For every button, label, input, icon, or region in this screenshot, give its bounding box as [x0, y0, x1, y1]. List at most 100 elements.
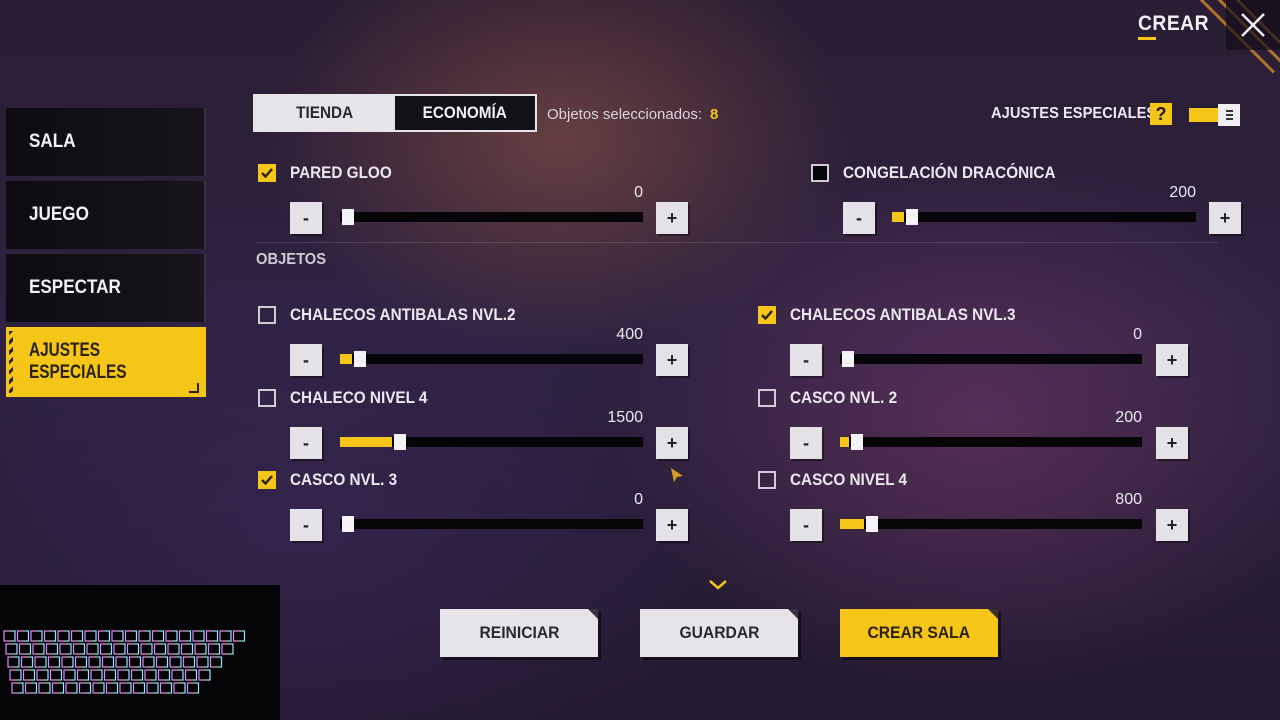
- keyboard-key: [72, 643, 86, 655]
- keyboard-key: [92, 682, 105, 694]
- keyboard-key: [86, 643, 99, 655]
- special-settings-toggle[interactable]: [1189, 104, 1241, 126]
- selected-objects-label: Objetos seleccionados:: [547, 106, 703, 123]
- keyboard-key: [9, 669, 22, 681]
- increment-button[interactable]: +: [1156, 427, 1188, 459]
- sidebar-item-espectar[interactable]: ESPECTAR: [6, 254, 206, 322]
- item-label: CASCO NVL. 2: [790, 388, 898, 407]
- item-label: CHALECOS ANTIBALAS NVL.3: [790, 305, 1016, 324]
- slider-thumb[interactable]: [354, 351, 366, 367]
- item-row: CASCO NVL. 2 200 - +: [758, 389, 1190, 459]
- shop-economy-tabs: TIENDA ECONOMÍA: [253, 94, 537, 132]
- item-checkbox[interactable]: [758, 389, 776, 407]
- slider-thumb[interactable]: [342, 209, 354, 225]
- slider-thumb[interactable]: [842, 351, 854, 367]
- decrement-button[interactable]: -: [290, 427, 322, 459]
- item-row: CHALECOS ANTIBALAS NVL.2 400 - +: [258, 306, 690, 376]
- slider-thumb[interactable]: [394, 434, 406, 450]
- chevron-down-icon[interactable]: [707, 578, 729, 592]
- keyboard-key: [196, 656, 209, 668]
- keyboard-key: [171, 669, 184, 681]
- keyboard-key: [74, 656, 88, 668]
- item-checkbox[interactable]: [811, 164, 829, 182]
- increment-button[interactable]: +: [656, 427, 688, 459]
- keyboard-key: [184, 669, 198, 681]
- item-label: CASCO NIVEL 4: [790, 470, 908, 489]
- value-slider[interactable]: [340, 434, 643, 450]
- keyboard-key: [113, 643, 126, 655]
- keyboard-key: [140, 643, 153, 655]
- keyboard-key: [119, 682, 132, 694]
- decrement-button[interactable]: -: [843, 202, 875, 234]
- sidebar-item-label: ESPECTAR: [29, 277, 121, 298]
- increment-button[interactable]: +: [656, 509, 688, 541]
- sidebar-item-sala[interactable]: SALA: [6, 108, 206, 176]
- sidebar-item-label: JUEGO: [29, 204, 89, 225]
- help-icon[interactable]: ?: [1150, 103, 1172, 125]
- save-button[interactable]: GUARDAR: [640, 609, 798, 657]
- keyboard-key: [165, 630, 178, 642]
- item-label: CHALECO NIVEL 4: [290, 388, 428, 407]
- item-label: CONGELACIÓN DRACÓNICA: [843, 163, 1056, 182]
- keyboard-key: [24, 682, 38, 694]
- increment-button[interactable]: +: [656, 344, 688, 376]
- close-button[interactable]: [1226, 0, 1280, 50]
- item-checkbox[interactable]: [258, 306, 276, 324]
- keyboard-key: [57, 630, 70, 642]
- value-slider[interactable]: [840, 434, 1142, 450]
- value-slider[interactable]: [340, 351, 643, 367]
- tab-tienda[interactable]: TIENDA: [255, 96, 395, 130]
- item-checkbox[interactable]: [258, 164, 276, 182]
- increment-button[interactable]: +: [1156, 509, 1188, 541]
- keyboard-key: [155, 656, 169, 668]
- slider-thumb[interactable]: [866, 516, 878, 532]
- keyboard-key: [111, 630, 124, 642]
- decrement-button[interactable]: -: [290, 202, 322, 234]
- sidebar-item-label: AJUSTES ESPECIALES: [29, 340, 127, 383]
- decrement-button[interactable]: -: [790, 344, 822, 376]
- value-slider[interactable]: [892, 209, 1196, 225]
- item-checkbox[interactable]: [758, 471, 776, 489]
- keyboard-key: [173, 682, 186, 694]
- item-value: 800: [1115, 491, 1142, 508]
- item-checkbox[interactable]: [258, 389, 276, 407]
- create-room-button[interactable]: CREAR SALA: [840, 609, 998, 657]
- decrement-button[interactable]: -: [290, 344, 322, 376]
- decrement-button[interactable]: -: [790, 427, 822, 459]
- increment-button[interactable]: +: [1209, 202, 1241, 234]
- keyboard-key: [16, 630, 30, 642]
- slider-fill: [340, 354, 352, 364]
- item-row: CHALECO NIVEL 4 1500 - +: [258, 389, 690, 459]
- tab-economia[interactable]: ECONOMÍA: [395, 96, 535, 130]
- slider-fill: [840, 437, 849, 447]
- keyboard-key: [132, 682, 146, 694]
- item-row: CASCO NIVEL 4 800 - +: [758, 471, 1190, 541]
- slider-thumb[interactable]: [342, 516, 354, 532]
- keyboard-key: [7, 656, 20, 668]
- value-slider[interactable]: [340, 516, 643, 532]
- sidebar-item-label: SALA: [29, 131, 76, 152]
- keyboard-key: [130, 669, 144, 681]
- item-value: 0: [634, 491, 643, 508]
- item-checkbox[interactable]: [758, 306, 776, 324]
- slider-thumb[interactable]: [851, 434, 863, 450]
- value-slider[interactable]: [840, 516, 1142, 532]
- sidebar-item-juego[interactable]: JUEGO: [6, 181, 206, 249]
- item-label: PARED GLOO: [290, 163, 392, 182]
- keyboard-key: [63, 669, 76, 681]
- slider-thumb[interactable]: [906, 209, 918, 225]
- decrement-button[interactable]: -: [790, 509, 822, 541]
- item-row: CHALECOS ANTIBALAS NVL.3 0 - +: [758, 306, 1190, 376]
- reset-button[interactable]: REINICIAR: [440, 609, 598, 657]
- keyboard-key: [99, 643, 113, 655]
- sidebar-item-ajustes-especiales[interactable]: AJUSTES ESPECIALES: [6, 327, 206, 397]
- increment-button[interactable]: +: [1156, 344, 1188, 376]
- value-slider[interactable]: [840, 351, 1142, 367]
- value-slider[interactable]: [340, 209, 643, 225]
- keyboard-overlay-image: [0, 585, 280, 720]
- decrement-button[interactable]: -: [290, 509, 322, 541]
- slider-fill: [892, 212, 904, 222]
- increment-button[interactable]: +: [656, 202, 688, 234]
- item-checkbox[interactable]: [258, 471, 276, 489]
- keyboard-key: [5, 643, 18, 655]
